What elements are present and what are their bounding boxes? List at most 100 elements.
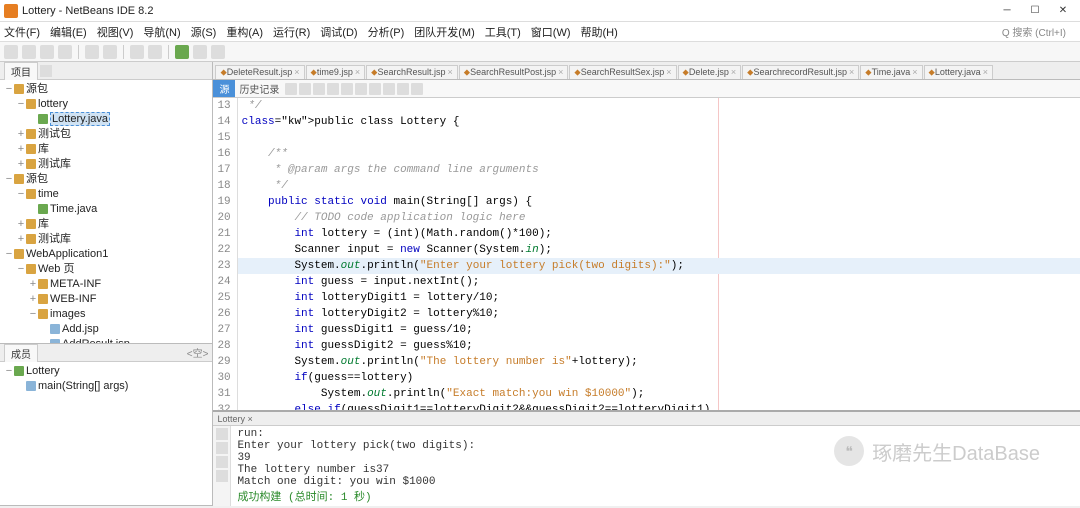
tree-node[interactable]: −源包 (4, 82, 208, 97)
maximize-button[interactable]: ☐ (1022, 2, 1048, 20)
output-tab[interactable]: Lottery × (217, 414, 252, 424)
bc-icon[interactable] (327, 83, 339, 95)
editor-tab[interactable]: ⬥SearchResult.jsp× (366, 65, 458, 79)
new-project-icon[interactable] (22, 45, 36, 59)
build-icon[interactable] (130, 45, 144, 59)
editor-tab[interactable]: ⬥SearchrecordResult.jsp× (742, 65, 859, 79)
navigator-pane-header: 成员 <空> (0, 344, 212, 362)
menu-item[interactable]: 分析(P) (368, 24, 405, 40)
editor-tab[interactable]: ⬥time9.jsp× (306, 65, 366, 79)
titlebar: Lottery - NetBeans IDE 8.2 ─ ☐ ✕ (0, 0, 1080, 22)
tree-node[interactable]: Lottery.java (4, 112, 208, 127)
bc-icon[interactable] (313, 83, 325, 95)
editor-tab[interactable]: ⬥Delete.jsp× (678, 65, 742, 79)
app-icon (4, 4, 18, 18)
menu-item[interactable]: 文件(F) (4, 24, 40, 40)
tree-node[interactable]: −Lottery (4, 364, 208, 379)
editor-tab[interactable]: ⬥Time.java× (860, 65, 922, 79)
tree-node[interactable]: −lottery (4, 97, 208, 112)
menubar: 文件(F) 编辑(E) 视图(V) 导航(N) 源(S) 重构(A) 运行(R) 调试(D) 分… (0, 22, 1080, 42)
navigator-pane: 成员 <空> −Lotterymain(String[] args) (0, 344, 212, 506)
output-text: run: Enter your lottery pick(two digits)… (231, 426, 1080, 506)
menu-item[interactable]: 工具(T) (485, 24, 521, 40)
tree-node[interactable]: +库 (4, 142, 208, 157)
code-area[interactable]: */class="kw">public class Lottery { /** … (238, 98, 1080, 410)
bc-icon[interactable] (397, 83, 409, 95)
tree-node[interactable]: +WEB-INF (4, 292, 208, 307)
navigator-filter[interactable]: <空> (187, 345, 209, 360)
menu-item[interactable]: 源(S) (191, 24, 217, 40)
window-title: Lottery - NetBeans IDE 8.2 (22, 5, 994, 17)
pane-min-icon[interactable] (40, 65, 52, 77)
editor-tab[interactable]: ⬥DeleteResult.jsp× (215, 65, 304, 79)
menu-item[interactable]: 导航(N) (143, 24, 180, 40)
menu-item[interactable]: 窗口(W) (531, 24, 571, 40)
tree-node[interactable]: Add.jsp (4, 322, 208, 337)
debug-icon[interactable] (193, 45, 207, 59)
editor-tab[interactable]: ⬥Lottery.java× (924, 65, 993, 79)
new-file-icon[interactable] (4, 45, 18, 59)
output-toolbar (213, 426, 231, 506)
window-buttons: ─ ☐ ✕ (994, 2, 1076, 20)
minimize-button[interactable]: ─ (994, 2, 1020, 20)
bc-icon[interactable] (341, 83, 353, 95)
main-area: 项目 −源包−lotteryLottery.java+测试包+库+测试库−源包−… (0, 62, 1080, 506)
navigator-tab[interactable]: 成员 (4, 344, 38, 362)
save-all-icon[interactable] (58, 45, 72, 59)
bc-icon[interactable] (383, 83, 395, 95)
redo-icon[interactable] (103, 45, 117, 59)
tree-node[interactable]: +库 (4, 217, 208, 232)
separator (78, 45, 79, 59)
output-clear-icon[interactable] (216, 456, 228, 468)
tree-node[interactable]: −WebApplication1 (4, 247, 208, 262)
tree-node[interactable]: −Web 页 (4, 262, 208, 277)
run-icon[interactable] (175, 45, 189, 59)
editor-tab[interactable]: ⬥SearchResultSex.jsp× (569, 65, 676, 79)
tree-node[interactable]: +测试库 (4, 232, 208, 247)
tree-node[interactable]: −images (4, 307, 208, 322)
tree-node[interactable]: −源包 (4, 172, 208, 187)
left-panel: 项目 −源包−lotteryLottery.java+测试包+库+测试库−源包−… (0, 62, 213, 506)
source-badge[interactable]: 源 (213, 80, 235, 97)
history-link[interactable]: 历史记录 (239, 81, 279, 96)
clean-build-icon[interactable] (148, 45, 162, 59)
projects-pane: 项目 −源包−lotteryLottery.java+测试包+库+测试库−源包−… (0, 62, 212, 344)
tree-node[interactable]: +测试包 (4, 127, 208, 142)
menu-item[interactable]: 帮助(H) (581, 24, 618, 40)
output-pane: Lottery × run: Enter your lottery pick(t… (213, 410, 1080, 506)
code-editor[interactable]: 1314151617181920212223242526272829303132… (213, 98, 1080, 410)
menu-item[interactable]: 视图(V) (97, 24, 134, 40)
tree-node[interactable]: +META-INF (4, 277, 208, 292)
menu-item[interactable]: 团队开发(M) (414, 24, 475, 40)
gutter: 1314151617181920212223242526272829303132… (213, 98, 237, 410)
close-button[interactable]: ✕ (1050, 2, 1076, 20)
menu-item[interactable]: 调试(D) (320, 24, 357, 40)
tree-node[interactable]: −time (4, 187, 208, 202)
editor-panel: ⬥DeleteResult.jsp×⬥time9.jsp×⬥SearchResu… (213, 62, 1080, 506)
projects-tree[interactable]: −源包−lotteryLottery.java+测试包+库+测试库−源包−tim… (0, 80, 212, 343)
tree-node[interactable]: Time.java (4, 202, 208, 217)
bc-icon[interactable] (299, 83, 311, 95)
projects-tab[interactable]: 项目 (4, 62, 38, 80)
tree-node[interactable]: +测试库 (4, 157, 208, 172)
tree-node[interactable]: main(String[] args) (4, 379, 208, 394)
undo-icon[interactable] (85, 45, 99, 59)
bc-icon[interactable] (355, 83, 367, 95)
output-rerun-icon[interactable] (216, 442, 228, 454)
output-stop-icon[interactable] (216, 428, 228, 440)
global-search[interactable]: Q 搜索 (Ctrl+I) (1002, 24, 1066, 39)
separator (168, 45, 169, 59)
bc-icon[interactable] (411, 83, 423, 95)
menu-item[interactable]: 重构(A) (226, 24, 263, 40)
open-icon[interactable] (40, 45, 54, 59)
menu-item[interactable]: 编辑(E) (50, 24, 87, 40)
navigator-tree[interactable]: −Lotterymain(String[] args) (0, 362, 212, 505)
profile-icon[interactable] (211, 45, 225, 59)
menu-item[interactable]: 运行(R) (273, 24, 310, 40)
tree-node[interactable]: AddResult.jsp (4, 337, 208, 343)
output-wrap-icon[interactable] (216, 470, 228, 482)
editor-tab[interactable]: ⬥SearchResultPost.jsp× (459, 65, 569, 79)
bc-icon[interactable] (369, 83, 381, 95)
bc-icon[interactable] (285, 83, 297, 95)
editor-breadcrumb: 源 历史记录 (213, 80, 1080, 98)
